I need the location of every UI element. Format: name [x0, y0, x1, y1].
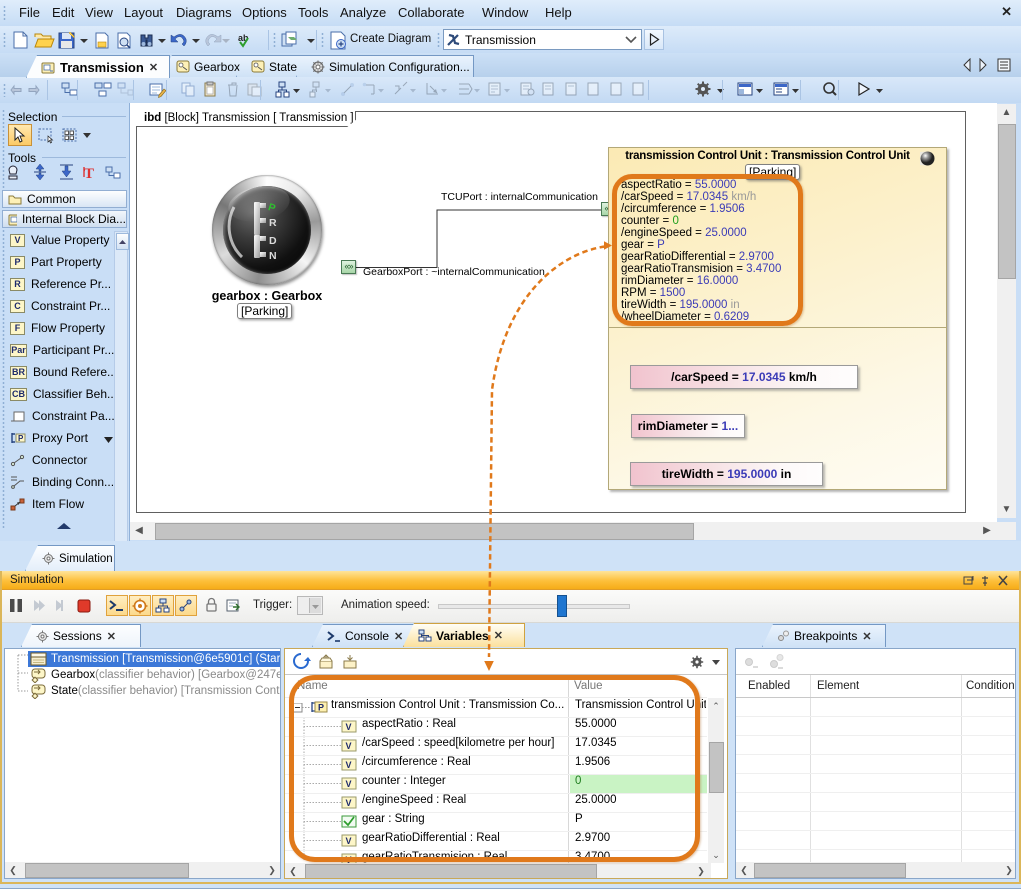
svg-text:P: P	[18, 434, 24, 443]
svg-text:R: R	[269, 217, 277, 229]
svg-text:P: P	[267, 201, 277, 215]
svg-text:D: D	[269, 235, 277, 247]
svg-text:N: N	[269, 250, 277, 262]
svg-text:T: T	[84, 166, 94, 182]
